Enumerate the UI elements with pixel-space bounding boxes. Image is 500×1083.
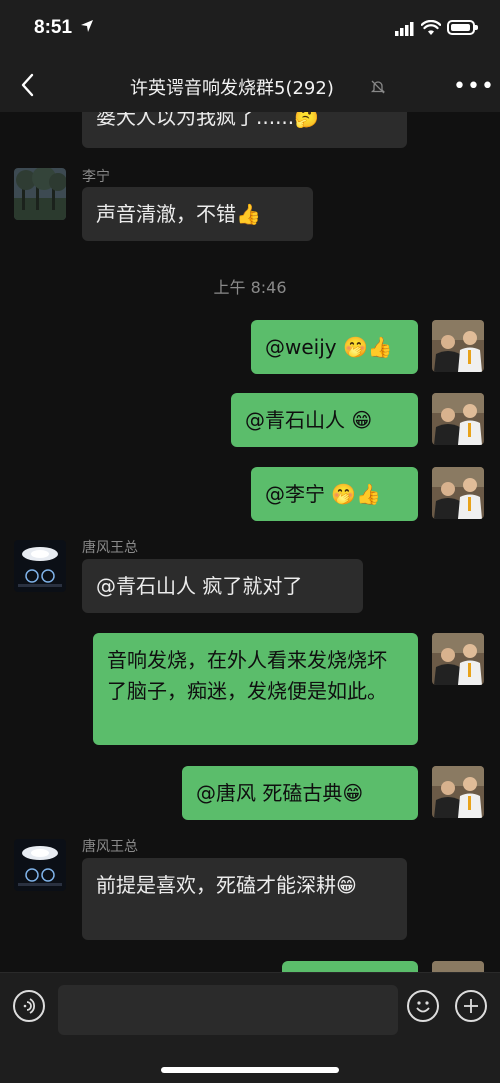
more-options-icon[interactable]: ••• (453, 76, 495, 98)
message-bubble-incoming[interactable]: @青石山人 疯了就对了 (82, 559, 363, 613)
message-bubble-incoming[interactable]: 婆大人以为我疯了......🤔 (82, 112, 407, 148)
message-text: 婆大人以为我疯了......🤔 (96, 112, 320, 129)
message-bubble-outgoing[interactable] (282, 961, 418, 972)
plus-icon[interactable] (455, 990, 487, 1022)
message-text: 声音清澈，不错👍 (96, 202, 261, 226)
sender-name: 李宁 (82, 169, 110, 185)
message-text: @weijy 🤭👍 (265, 335, 393, 359)
message-text: 音响发烧，在外人看来发烧烧坏了脑子，痴迷，发烧便是如此。 (107, 648, 387, 703)
avatar-li-ning[interactable] (14, 168, 66, 220)
message-timestamp: 上午 8:46 (213, 278, 287, 297)
message-text: @青石山人 😁 (245, 408, 373, 432)
avatar-self[interactable] (432, 961, 484, 972)
chat-title: 许英谔音响发烧群5(292) (130, 78, 334, 99)
emoji-icon[interactable] (407, 990, 439, 1022)
message-text: 前提是喜欢，死磕才能深耕😁 (96, 873, 357, 897)
message-bubble-outgoing[interactable]: 音响发烧，在外人看来发烧烧坏了脑子，痴迷，发烧便是如此。 (93, 633, 418, 745)
sender-name: 唐风王总 (82, 540, 138, 556)
avatar-self[interactable] (432, 766, 484, 818)
wifi-icon (421, 20, 441, 35)
message-bubble-incoming[interactable]: 声音清澈，不错👍 (82, 187, 313, 241)
message-bubble-outgoing[interactable]: @weijy 🤭👍 (251, 320, 418, 374)
nav-bar: 许英谔音响发烧群5(292) ••• (0, 60, 500, 112)
message-text: @唐风 死磕古典😁 (196, 781, 364, 805)
avatar-self[interactable] (432, 393, 484, 445)
message-bubble-outgoing[interactable]: @李宁 🤭👍 (251, 467, 418, 521)
message-bubble-outgoing[interactable]: @青石山人 😁 (231, 393, 418, 447)
back-chevron-icon[interactable] (14, 70, 44, 100)
mute-bell-icon (370, 80, 386, 94)
status-time: 8:51 (34, 17, 73, 38)
avatar-self[interactable] (432, 467, 484, 519)
message-text: @李宁 🤭👍 (265, 482, 382, 506)
status-bar: 8:51 (0, 0, 500, 60)
home-indicator (161, 1067, 339, 1073)
avatar-tang-feng[interactable] (14, 839, 66, 891)
avatar-self[interactable] (432, 633, 484, 685)
sender-name: 唐风王总 (82, 839, 138, 855)
chat-list: 婆大人以为我疯了......🤔 李宁 声音清澈，不错👍 上午 8:46 @wei… (0, 112, 500, 972)
message-text: @青石山人 疯了就对了 (96, 574, 303, 598)
battery-icon (447, 20, 478, 35)
message-bubble-incoming[interactable]: 前提是喜欢，死磕才能深耕😁 (82, 858, 407, 940)
voice-input-icon[interactable] (13, 990, 45, 1022)
message-bubble-outgoing[interactable]: @唐风 死磕古典😁 (182, 766, 418, 820)
avatar-self[interactable] (432, 320, 484, 372)
cellular-signal-icon (395, 22, 414, 36)
location-arrow-icon (81, 20, 93, 32)
avatar-tang-feng[interactable] (14, 540, 66, 592)
message-input[interactable] (58, 985, 398, 1035)
